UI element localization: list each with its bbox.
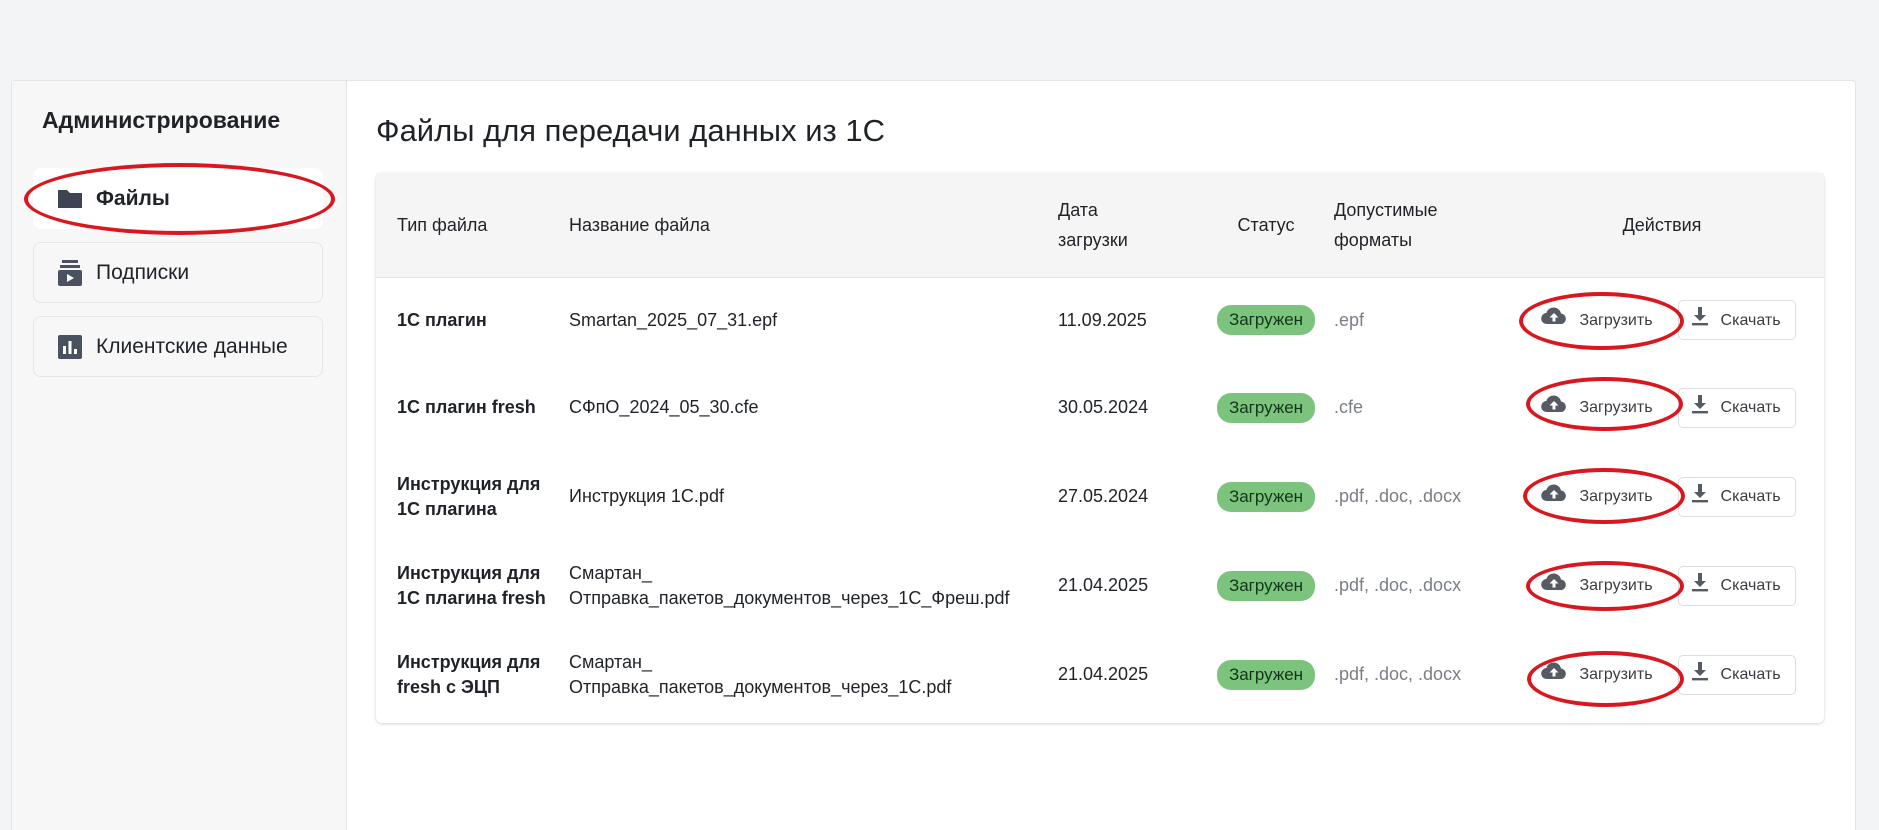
cell-formats: .cfe xyxy=(1334,397,1364,417)
status-badge: Загружен xyxy=(1216,305,1316,336)
status-badge: Загружен xyxy=(1216,570,1316,601)
status-badge: Загружен xyxy=(1216,481,1316,512)
download-button[interactable]: Скачать xyxy=(1677,654,1796,695)
download-icon xyxy=(1691,572,1709,600)
header-name: Название файла xyxy=(569,214,710,235)
download-button[interactable]: Скачать xyxy=(1677,300,1796,341)
download-button-label: Скачать xyxy=(1720,488,1781,505)
cell-file-name: Смартан_ Отправка_пакетов_документов_чере… xyxy=(569,562,1010,608)
sidebar-title: Администрирование xyxy=(42,107,281,133)
folder-icon xyxy=(56,185,84,213)
download-button[interactable]: Скачать xyxy=(1677,565,1796,606)
cell-upload-date: 21.04.2025 xyxy=(1058,575,1149,595)
cloud-upload-icon xyxy=(1541,661,1567,688)
cell-file-name: Smartan_2025_07_31.epf xyxy=(569,309,778,330)
sidebar-item-subscriptions[interactable]: Подписки xyxy=(33,242,323,303)
download-icon xyxy=(1691,394,1709,422)
cell-file-type: 1С плагин xyxy=(397,309,487,330)
table-header-row: Тип файла Название файла Дата загрузки Ст… xyxy=(376,173,1824,277)
table-row: Инструкция для 1С плагина Инструкция 1С.pd… xyxy=(376,452,1824,541)
cloud-upload-icon xyxy=(1541,483,1567,510)
cell-formats: .epf xyxy=(1334,309,1365,330)
table-row: Инструкция для fresh с ЭЦП Смартан_ Отправк… xyxy=(376,630,1824,719)
files-table: Тип файла Название файла Дата загрузки Ст… xyxy=(376,173,1824,719)
download-icon xyxy=(1691,661,1709,689)
sidebar-item-label: Подписки xyxy=(96,260,190,284)
cloud-upload-icon xyxy=(1541,572,1567,599)
cell-upload-date: 21.04.2025 xyxy=(1058,664,1149,684)
header-actions: Действия xyxy=(1622,214,1702,235)
cell-file-type: Инструкция для fresh с ЭЦП xyxy=(397,651,541,697)
upload-button[interactable]: Загрузить xyxy=(1528,476,1668,517)
cell-actions: Загрузить Скачать xyxy=(1500,630,1824,719)
sidebar-item-label: Файлы xyxy=(96,186,170,210)
cell-actions: Загрузить Скачать xyxy=(1500,452,1824,541)
download-button-label: Скачать xyxy=(1720,666,1781,683)
cell-file-type: Инструкция для 1С плагина fresh xyxy=(397,562,546,608)
header-status: Статус xyxy=(1237,214,1295,235)
cell-formats: .pdf, .doc, .docx xyxy=(1334,575,1462,595)
cell-status: Загружен xyxy=(1198,452,1334,541)
header-date: Дата загрузки xyxy=(1058,199,1128,250)
cell-file-type: 1С плагин fresh xyxy=(397,397,536,417)
cloud-upload-icon xyxy=(1541,307,1567,333)
cell-upload-date: 27.05.2024 xyxy=(1058,486,1149,506)
upload-button[interactable]: Загрузить xyxy=(1528,387,1668,428)
upload-button-label: Загрузить xyxy=(1579,488,1653,505)
download-button[interactable]: Скачать xyxy=(1677,476,1796,517)
cell-file-type: Инструкция для 1С плагина xyxy=(397,473,541,519)
download-button[interactable]: Скачать xyxy=(1677,387,1796,428)
upload-button[interactable]: Загрузить xyxy=(1528,565,1668,606)
bar-chart-icon xyxy=(56,333,84,361)
table-row: Инструкция для 1С плагина fresh Смартан_ От… xyxy=(376,541,1824,630)
table-row: 1С плагин Smartan_2025_07_31.epf 11.09.202… xyxy=(376,277,1824,363)
cell-actions: Загрузить Скачать xyxy=(1500,363,1824,452)
download-button-label: Скачать xyxy=(1720,311,1781,329)
cloud-upload-icon xyxy=(1541,394,1567,421)
cell-formats: .pdf, .doc, .docx xyxy=(1334,486,1462,506)
files-table-card: Тип файла Название файла Дата загрузки Ст… xyxy=(376,173,1824,723)
cell-formats: .pdf, .doc, .docx xyxy=(1334,664,1462,684)
status-badge: Загружен xyxy=(1216,392,1316,423)
cell-file-name: СФпО_2024_05_30.cfe xyxy=(569,397,759,417)
upload-button-label: Загрузить xyxy=(1579,399,1653,416)
table-row: 1С плагин fresh СФпО_2024_05_30.cfe 30.05.… xyxy=(376,363,1824,452)
app-shell: Администрирование Файлы Подписки Клиентс… xyxy=(11,80,1856,830)
sidebar-item-files[interactable]: Файлы xyxy=(33,168,323,229)
cell-status: Загружен xyxy=(1198,277,1334,363)
sidebar-item-label: Клиентские данные xyxy=(96,334,288,358)
cell-actions: Загрузить Скачать xyxy=(1500,541,1824,630)
upload-button[interactable]: Загрузить xyxy=(1528,300,1668,341)
cell-file-name: Смартан_ Отправка_пакетов_документов_чере… xyxy=(569,651,952,697)
cell-upload-date: 30.05.2024 xyxy=(1058,397,1149,417)
download-button-label: Скачать xyxy=(1720,577,1781,594)
upload-button[interactable]: Загрузить xyxy=(1528,654,1668,695)
status-badge: Загружен xyxy=(1216,659,1316,690)
cell-status: Загружен xyxy=(1198,363,1334,452)
cell-status: Загружен xyxy=(1198,630,1334,719)
cell-upload-date: 11.09.2025 xyxy=(1058,309,1147,330)
upload-button-label: Загрузить xyxy=(1579,666,1653,683)
sidebar: Администрирование Файлы Подписки Клиентс… xyxy=(12,81,347,830)
header-formats: Допустимые форматы xyxy=(1334,199,1438,250)
download-icon xyxy=(1691,483,1709,511)
download-button-label: Скачать xyxy=(1720,399,1781,416)
sidebar-item-client-data[interactable]: Клиентские данные xyxy=(33,316,323,377)
subscriptions-icon xyxy=(56,259,84,287)
cell-file-name: Инструкция 1С.pdf xyxy=(569,486,724,506)
page-title: Файлы для передачи данных из 1С xyxy=(376,113,885,148)
upload-button-label: Загрузить xyxy=(1579,311,1653,329)
header-type: Тип файла xyxy=(397,214,488,235)
upload-button-label: Загрузить xyxy=(1579,577,1653,594)
cell-status: Загружен xyxy=(1198,541,1334,630)
download-icon xyxy=(1691,306,1709,334)
cell-actions: Загрузить Скачать xyxy=(1500,277,1824,363)
